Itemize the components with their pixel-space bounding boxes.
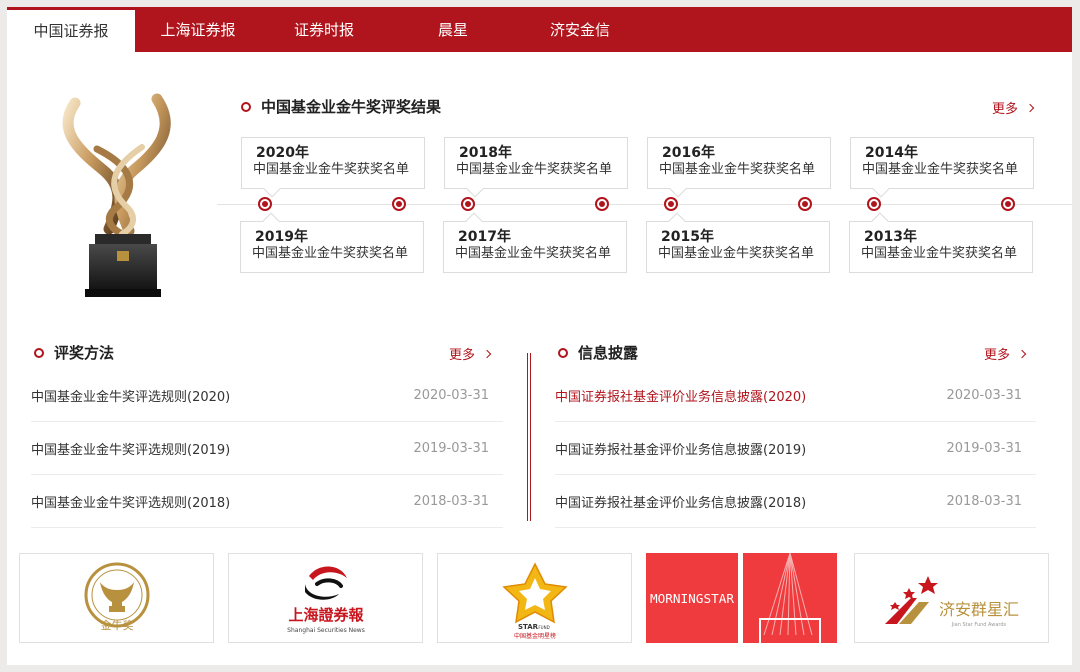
award-card-2018[interactable]: 2018年 中国基金业金牛奖获奖名单	[444, 137, 628, 189]
bullet-ring-icon	[34, 347, 44, 358]
award-card-2017[interactable]: 2017年 中国基金业金牛奖获奖名单	[443, 221, 627, 273]
bullet-ring-icon	[558, 347, 568, 358]
star-emblem-icon: STAR FUND 中国基金明星榜	[502, 562, 568, 640]
methods-row[interactable]: 中国基金业金牛奖评选规则(2018) 2018-03-31	[31, 475, 503, 528]
chevron-right-icon	[1025, 103, 1035, 112]
star-logo-sub: FUND	[538, 625, 549, 630]
jian-logo-text: 济安群星汇	[939, 600, 1019, 619]
star-logo-cn: 中国基金明星榜	[514, 632, 556, 640]
section-divider	[527, 353, 531, 521]
disclosure-row[interactable]: 中国证券报社基金评价业务信息披露(2018) 2018-03-31	[555, 475, 1036, 528]
timeline-dot	[595, 197, 609, 211]
star-fund-logo[interactable]: STAR FUND 中国基金明星榜	[437, 553, 632, 643]
tab-cs-news[interactable]: 中国证券报	[7, 10, 135, 52]
disclosure-more-link[interactable]: 更多	[984, 344, 1027, 363]
shanghai-securities-news-logo[interactable]: 上海證券報 Shanghai Securities News	[228, 553, 423, 643]
shsec-logo-text: 上海證券報	[288, 606, 364, 624]
methods-row[interactable]: 中国基金业金牛奖评选规则(2020) 2020-03-31	[31, 369, 503, 422]
award-card-2020[interactable]: 2020年 中国基金业金牛奖获奖名单	[241, 137, 425, 189]
timeline-dot	[258, 197, 272, 211]
tab-morningstar[interactable]: 晨星	[393, 7, 513, 52]
timeline-dot	[461, 197, 475, 211]
chevron-right-icon	[482, 349, 492, 358]
jian-emblem-icon: 济安群星汇 Jian Star Fund Awards	[885, 576, 1019, 628]
page-frame: 中国证券报 上海证券报 证券时报 晨星 济安金信 中国基金业金牛奖评奖结果 更多…	[7, 7, 1073, 665]
disclosure-row[interactable]: 中国证券报社基金评价业务信息披露(2020) 2020-03-31	[555, 369, 1036, 422]
jian-logo-subtext: Jian Star Fund Awards	[951, 622, 1007, 628]
shsec-emblem-icon: 上海證券報 Shanghai Securities News	[287, 566, 365, 634]
morningstar-logo-text: MORNINGSTAR	[650, 592, 735, 606]
award-card-2016[interactable]: 2016年 中国基金业金牛奖获奖名单	[647, 137, 831, 189]
shsec-logo-subtext: Shanghai Securities News	[287, 627, 365, 634]
morningstar-emblem-icon: MORNINGSTAR	[646, 553, 841, 643]
chevron-right-icon	[1017, 349, 1027, 358]
timeline-line	[217, 204, 1073, 205]
tab-jian[interactable]: 济安金信	[519, 7, 641, 52]
morningstar-logo[interactable]: MORNINGSTAR	[646, 553, 841, 643]
award-card-2014[interactable]: 2014年 中国基金业金牛奖获奖名单	[850, 137, 1034, 189]
jian-star-logo[interactable]: 济安群星汇 Jian Star Fund Awards	[854, 553, 1049, 643]
methods-more-link[interactable]: 更多	[449, 344, 492, 363]
golden-bull-trophy-image	[62, 93, 171, 297]
tab-securities-times[interactable]: 证券时报	[263, 7, 385, 52]
methods-row[interactable]: 中国基金业金牛奖评选规则(2019) 2019-03-31	[31, 422, 503, 475]
top-nav: 中国证券报 上海证券报 证券时报 晨星 济安金信	[7, 7, 1072, 52]
disclosure-section-title: 信息披露	[558, 342, 638, 363]
star-logo-text: STAR	[518, 623, 539, 631]
timeline-dot	[392, 197, 406, 211]
timeline-dot	[798, 197, 812, 211]
awards-section-title: 中国基金业金牛奖评奖结果	[241, 96, 441, 117]
award-card-2013[interactable]: 2013年 中国基金业金牛奖获奖名单	[849, 221, 1033, 273]
award-card-2015[interactable]: 2015年 中国基金业金牛奖获奖名单	[646, 221, 830, 273]
award-card-2019[interactable]: 2019年 中国基金业金牛奖获奖名单	[240, 221, 424, 273]
jinniu-logo-text: 金牛奖	[101, 618, 134, 632]
jinniu-award-logo[interactable]: 金牛奖	[19, 553, 214, 643]
bullet-ring-icon	[241, 101, 251, 112]
timeline-dot	[867, 197, 881, 211]
methods-section-title: 评奖方法	[34, 342, 114, 363]
awards-more-link[interactable]: 更多	[992, 98, 1035, 117]
timeline-dot	[664, 197, 678, 211]
jinniu-emblem-icon: 金牛奖	[84, 562, 150, 632]
tab-sh-securities[interactable]: 上海证券报	[137, 7, 259, 52]
disclosure-row[interactable]: 中国证券报社基金评价业务信息披露(2019) 2019-03-31	[555, 422, 1036, 475]
timeline-dot	[1001, 197, 1015, 211]
